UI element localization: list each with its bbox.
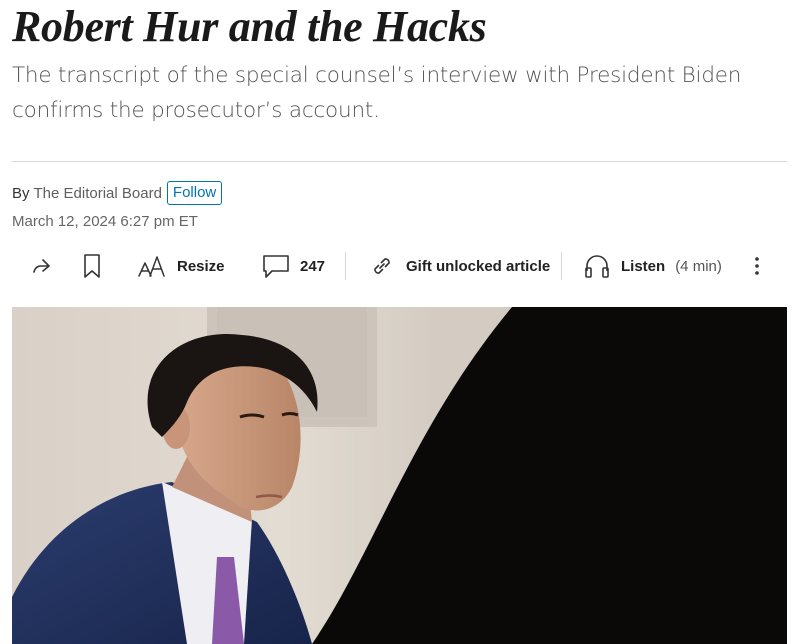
- byline-prefix: By: [12, 184, 30, 202]
- bookmark-button[interactable]: [82, 246, 102, 286]
- gift-article-label: Gift unlocked article: [406, 257, 551, 275]
- listen-button[interactable]: Listen (4 min): [583, 246, 722, 286]
- article-headline: Robert Hur and the Hacks: [12, 2, 487, 51]
- bookmark-icon: [82, 253, 102, 279]
- text-size-icon: [137, 253, 167, 279]
- publish-timestamp: March 12, 2024 6:27 pm ET: [12, 213, 198, 230]
- comments-button[interactable]: 247: [262, 246, 325, 286]
- byline: By The Editorial Board Follow: [12, 181, 223, 205]
- link-icon: [368, 252, 396, 280]
- share-button[interactable]: [30, 246, 52, 286]
- article-toolbar: Resize 247 Gift unlocked article Listen …: [12, 246, 787, 286]
- divider: [12, 161, 787, 162]
- resize-label: Resize: [177, 257, 225, 275]
- comments-count: 247: [300, 257, 326, 275]
- author-link[interactable]: The Editorial Board: [34, 185, 162, 202]
- comment-icon: [262, 253, 290, 279]
- listen-label: Listen: [621, 257, 666, 275]
- article-dek: The transcript of the special counsel’s …: [12, 63, 742, 123]
- gift-article-button[interactable]: Gift unlocked article: [368, 246, 550, 286]
- article-hero-image: [12, 307, 787, 644]
- share-arrow-icon: [30, 255, 52, 277]
- resize-button[interactable]: Resize: [137, 246, 225, 286]
- follow-button[interactable]: Follow: [166, 181, 223, 205]
- more-vertical-icon: [747, 254, 767, 278]
- toolbar-separator: [345, 252, 346, 280]
- toolbar-separator: [561, 252, 562, 280]
- listen-duration: (4 min): [675, 257, 722, 275]
- more-options-button[interactable]: [747, 246, 767, 286]
- headphones-icon: [583, 252, 611, 280]
